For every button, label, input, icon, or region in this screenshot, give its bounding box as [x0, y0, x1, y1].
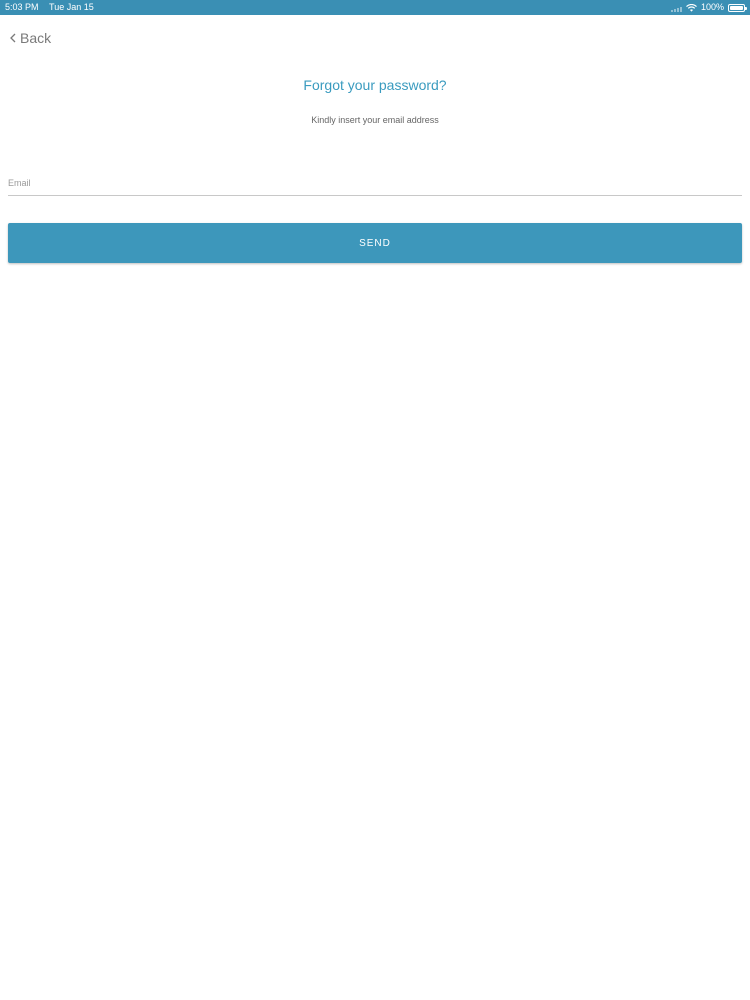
status-time: 5:03 PM — [5, 2, 39, 12]
back-label: Back — [20, 30, 52, 46]
wifi-icon — [686, 3, 697, 12]
page-title: Forgot your password? — [303, 77, 447, 93]
battery-icon — [728, 3, 747, 12]
status-indicators: 100% — [670, 0, 747, 15]
send-button[interactable]: SEND — [8, 223, 742, 263]
email-field[interactable] — [8, 170, 742, 196]
status-bar: 5:03 PM Tue Jan 15 100% — [0, 0, 750, 15]
battery-fill — [730, 5, 743, 10]
battery-percent: 100% — [700, 2, 724, 12]
page-subtitle: Kindly insert your email address — [311, 115, 439, 125]
chevron-left-icon — [10, 33, 16, 43]
status-time-date: 5:03 PM Tue Jan 15 — [5, 0, 94, 15]
status-date: Tue Jan 15 — [49, 2, 94, 12]
signal-icon — [670, 4, 682, 12]
back-button[interactable]: Back — [10, 30, 51, 46]
